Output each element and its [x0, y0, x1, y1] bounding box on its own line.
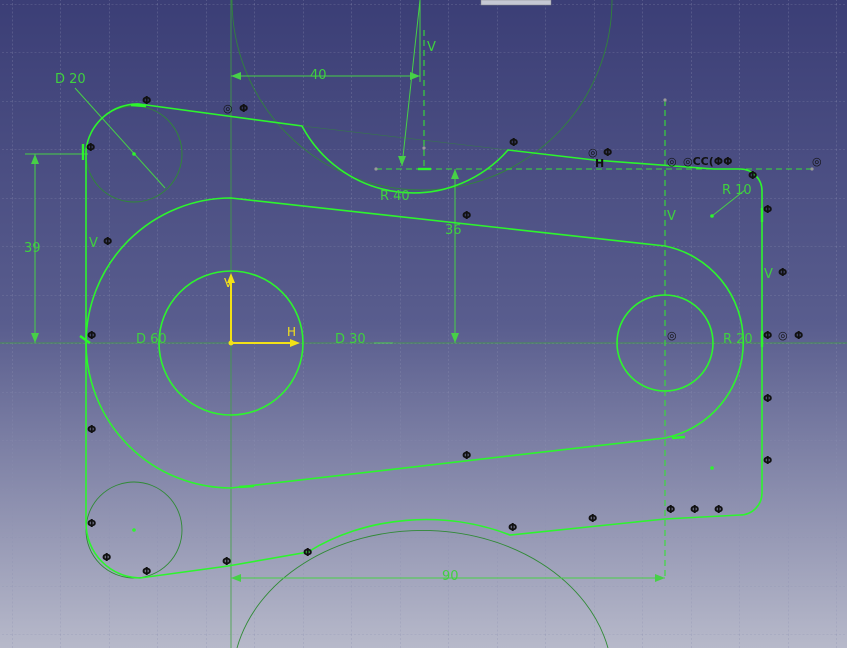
tangent-constraint-icon: Φ [666, 503, 675, 516]
dimension-r20[interactable]: R 20 [723, 332, 753, 347]
toolbar-fragment[interactable] [480, 0, 552, 6]
tangent-constraint-icon: Φ [86, 141, 95, 154]
tangent-constraint-icon: Φ [239, 102, 248, 115]
dimension-d60[interactable]: D 60 [136, 332, 167, 347]
tangent-constraint-icon: Φ [763, 392, 772, 405]
tangent-constraint-icon: Φ [222, 555, 231, 568]
tangent-constraint-icon: Φ [462, 449, 471, 462]
tangent-constraint-icon: Φ [714, 503, 723, 516]
tangent-constraint-icon: Φ [87, 517, 96, 530]
concentric-constraint-icon: ◎ [667, 329, 677, 342]
origin-point [228, 340, 234, 346]
tangent-constraint-icon: Φ [303, 546, 312, 559]
tangent-constraint-icon: Φ [778, 266, 787, 279]
tangent-constraint-icon: Φ [87, 423, 96, 436]
v-axis-label: V [224, 276, 233, 290]
tangent-constraint-icon: Φ [794, 329, 803, 342]
concentric-constraint-icon: ◎ [812, 155, 822, 168]
tangent-constraint-icon: Φ [87, 329, 96, 342]
concentric-constraint-icon: ◎ [667, 155, 677, 168]
tangent-constraint-icon: Φ [142, 565, 151, 578]
tangent-constraint-icon: Φ [102, 551, 111, 564]
sketch-canvas[interactable]: H V D 20 40 39 R 40 36 R 10 D 60 D 30 R … [0, 0, 847, 648]
constraint-cluster-icon: ◎CC(ΦΦ [683, 155, 732, 168]
dimension-d20[interactable]: D 20 [55, 72, 86, 87]
vertical-constraint-label: V [667, 209, 676, 224]
point-bottom-left-center [132, 528, 136, 532]
point-r40-center [422, 146, 426, 150]
tangent-constraint-icon: Φ [690, 503, 699, 516]
point-r10-center [710, 214, 714, 218]
sketch-grid [0, 0, 847, 648]
concentric-constraint-icon: ◎ [223, 102, 233, 115]
vertical-constraint-label: V [89, 236, 98, 251]
point-d20-center [132, 152, 136, 156]
tangent-constraint-icon: Φ [748, 169, 757, 182]
horizontal-constraint-icon: H [595, 157, 604, 170]
h-axis-label: H [287, 325, 296, 339]
tangent-constraint-icon: Φ [763, 329, 772, 342]
dimension-39[interactable]: 39 [24, 241, 41, 256]
tangent-constraint-icon: Φ [763, 454, 772, 467]
tangent-constraint-icon: Φ [603, 146, 612, 159]
point-dashed-start [374, 167, 378, 171]
tangent-constraint-icon: Φ [142, 94, 151, 107]
tangent-constraint-icon: Φ [588, 512, 597, 525]
dimension-40[interactable]: 40 [310, 68, 327, 83]
dimension-r10[interactable]: R 10 [722, 183, 752, 198]
tangent-constraint-icon: Φ [462, 209, 471, 222]
vertical-constraint-label: V [427, 40, 436, 55]
dimension-d30[interactable]: D 30 [335, 332, 366, 347]
vertical-constraint-label: V [764, 267, 773, 282]
concentric-constraint-icon: ◎ [778, 329, 788, 342]
dimension-90[interactable]: 90 [442, 569, 459, 584]
tangent-constraint-icon: Φ [508, 521, 517, 534]
tangent-constraint-icon: Φ [103, 235, 112, 248]
point-top-right [663, 98, 667, 102]
dimension-36[interactable]: 36 [445, 223, 462, 238]
tangent-constraint-icon: Φ [763, 203, 772, 216]
point-right-lower [710, 466, 714, 470]
tangent-constraint-icon: Φ [509, 136, 518, 149]
dimension-r40[interactable]: R 40 [380, 189, 410, 204]
